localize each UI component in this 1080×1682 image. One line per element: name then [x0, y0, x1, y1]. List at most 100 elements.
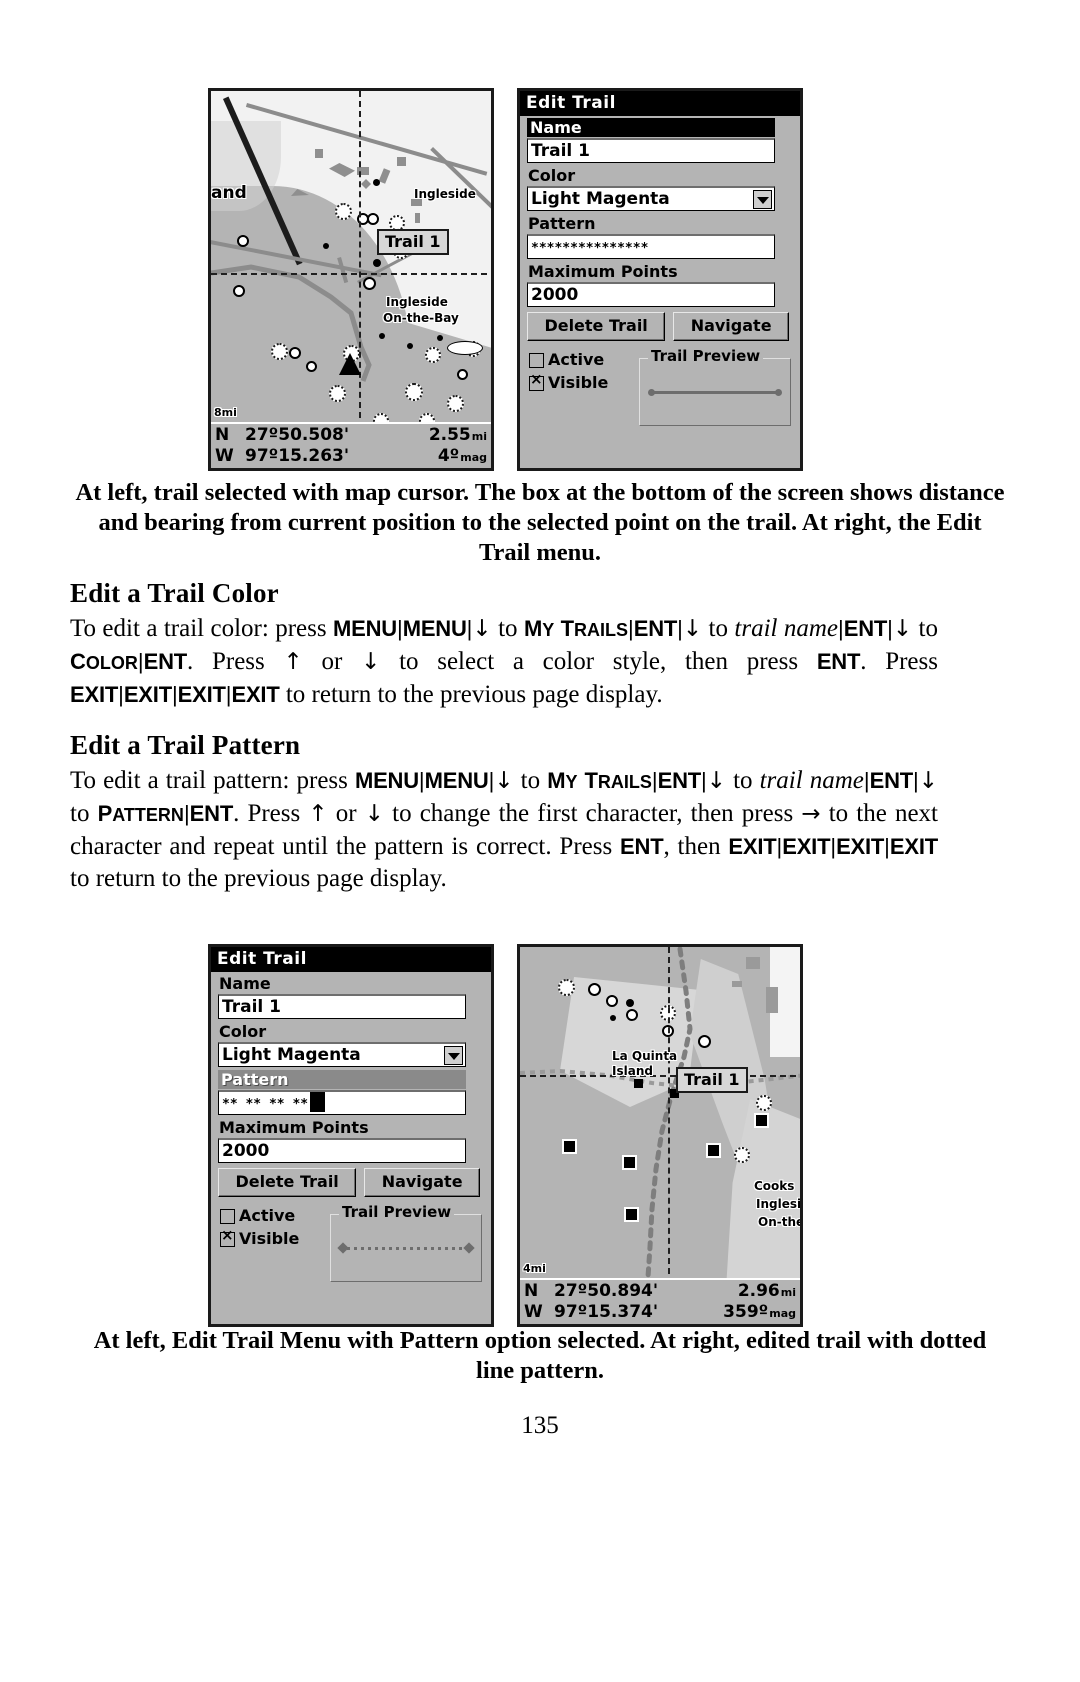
- map-label-and: and: [211, 183, 247, 203]
- preview-endpoint-right: [463, 1242, 475, 1254]
- map-cursor-vertical: [668, 947, 670, 1278]
- visible-checkbox-row-bottom[interactable]: Visible: [220, 1228, 330, 1250]
- preview-solid-line: [654, 391, 776, 394]
- txt: or: [302, 648, 362, 675]
- color-dropdown-value-bottom: Light Magenta: [222, 1045, 361, 1065]
- field-label-max-points-top: Maximum Points: [528, 262, 678, 281]
- preview-dotted-line: [347, 1247, 465, 1250]
- trail-preview-label-top: Trail Preview: [648, 347, 764, 365]
- active-checkbox-row-top[interactable]: Active: [529, 349, 639, 371]
- gps-map-screen-top: and Ingleside Ingleside On-the-Bay Trail…: [208, 88, 494, 471]
- pattern-input-bottom[interactable]: ** ** ** **: [218, 1090, 466, 1115]
- key-menu-1: MENU: [354, 768, 419, 793]
- map-cursor-horizontal: [520, 1075, 800, 1077]
- map-label-on-the: On-the: [758, 1215, 800, 1229]
- checkbox-group-top: Active Visible: [527, 349, 639, 395]
- arrow-down-icon: ↓: [682, 616, 703, 642]
- manual-page: and Ingleside Ingleside On-the-Bay Trail…: [0, 0, 1080, 1682]
- delete-trail-button-bottom[interactable]: Delete Trail: [218, 1168, 357, 1197]
- color-dropdown-bottom[interactable]: Light Magenta: [218, 1042, 466, 1067]
- txt: . Press: [233, 800, 309, 827]
- paragraph-edit-trail-pattern: To edit a trail pattern: press MENU|MENU…: [70, 765, 938, 895]
- max-points-input-top[interactable]: 2000: [527, 282, 775, 307]
- pattern-input-top[interactable]: ***************: [527, 234, 775, 259]
- navigate-button-top[interactable]: Navigate: [673, 312, 789, 341]
- lon-value: 97º15.263': [245, 446, 350, 466]
- trail-preview-label-bottom: Trail Preview: [339, 1203, 455, 1221]
- figure-bottom: Edit Trail Name Trail 1 Color Light Mage…: [208, 944, 803, 1327]
- text-cursor: [310, 1092, 326, 1112]
- key-menu-1: MENU: [332, 616, 397, 641]
- lon-value: 97º15.374': [554, 1302, 659, 1322]
- trail-preview-box-bottom: Trail Preview: [330, 1203, 482, 1282]
- map-label-ingleside: Ingleside: [414, 187, 476, 201]
- lat-value: 27º50.894': [554, 1281, 659, 1301]
- chevron-down-icon[interactable]: [753, 190, 772, 209]
- status-line-longitude: W 97º15.374' 359º mag: [524, 1302, 796, 1323]
- preview-endpoint-left: [648, 389, 655, 396]
- txt: to: [513, 767, 548, 794]
- preview-endpoint-right: [775, 389, 782, 396]
- menu-bottom-row-top: Active Visible Trail Preview: [527, 347, 793, 426]
- key-my-trails: MY TRAILS: [547, 768, 652, 793]
- map-marker-b2: [606, 995, 618, 1007]
- trail-name-tag-bottom: Trail 1: [676, 1067, 748, 1093]
- lat-hemisphere: N: [524, 1281, 539, 1301]
- status-line-longitude: W 97º15.263' 4º mag: [215, 446, 487, 467]
- map-waypoint-1: [562, 1139, 577, 1154]
- txt: to return to the previous page display.: [70, 865, 447, 892]
- checkbox-checked-icon[interactable]: [220, 1228, 235, 1247]
- pattern-value-bottom: ** ** ** **: [222, 1097, 309, 1112]
- chevron-down-icon[interactable]: [444, 1046, 463, 1065]
- arrow-down-icon: ↓: [361, 649, 381, 675]
- name-input-top[interactable]: Trail 1: [527, 138, 775, 163]
- map-cursor-horizontal: [211, 273, 491, 275]
- checkbox-unchecked-icon[interactable]: [220, 1208, 235, 1224]
- field-label-pattern-bottom: Pattern: [218, 1070, 466, 1089]
- trail-preview-group-top: Trail Preview: [639, 347, 791, 426]
- checkbox-unchecked-icon[interactable]: [529, 352, 544, 368]
- pattern-value-top: ***************: [531, 241, 649, 256]
- color-dropdown-top[interactable]: Light Magenta: [527, 186, 775, 211]
- name-input-bottom[interactable]: Trail 1: [218, 994, 466, 1019]
- placeholder-trail-name: trail name: [759, 767, 864, 794]
- txt: to: [912, 615, 939, 642]
- key-ent-1: ENT: [633, 616, 678, 641]
- map-label-ingleside-bay: Ingleside: [386, 295, 448, 309]
- max-points-input-bottom[interactable]: 2000: [218, 1138, 466, 1163]
- map-label-cooks: Cooks: [754, 1179, 795, 1193]
- page-number: 135: [521, 1412, 559, 1439]
- key-menu-2: MENU: [424, 768, 489, 793]
- distance-unit: mi: [471, 430, 487, 443]
- arrow-down-icon: ↓: [364, 801, 384, 827]
- checkbox-checked-icon[interactable]: [529, 372, 544, 391]
- txt: To edit a trail color: press: [70, 615, 333, 642]
- arrow-down-icon: ↓: [706, 768, 727, 794]
- map-point-b1: [626, 999, 634, 1007]
- map-label-on-the-bay: On-the-Bay: [383, 311, 459, 325]
- figure-caption-top: At left, trail selected with map cursor.…: [75, 479, 1005, 566]
- key-ent-1: ENT: [657, 768, 702, 793]
- active-checkbox-row-bottom[interactable]: Active: [220, 1205, 330, 1227]
- arrow-down-icon: ↓: [918, 768, 938, 794]
- arrow-up-icon: ↑: [283, 649, 303, 675]
- map-scale-label-bottom: 4mi: [523, 1262, 546, 1275]
- delete-trail-button-top[interactable]: Delete Trail: [527, 312, 666, 341]
- gps-map-screen-bottom: La Quinta Island Cooks Inglesi On-the Tr…: [517, 944, 803, 1327]
- field-label-color-top: Color: [528, 166, 576, 185]
- map-waypoint-6: [634, 1079, 643, 1088]
- key-exit-3: EXIT: [836, 834, 885, 859]
- status-line-latitude: N 27º50.894' 2.96 mi: [524, 1281, 796, 1302]
- arrow-down-icon: ↓: [472, 616, 492, 642]
- map-label-inglesi: Inglesi: [756, 1197, 800, 1211]
- menu-button-row-top: Delete Trail Navigate: [527, 312, 789, 341]
- visible-checkbox-row-top[interactable]: Visible: [529, 372, 639, 394]
- key-exit-2: EXIT: [123, 682, 172, 707]
- txt: . Press: [860, 648, 938, 675]
- map-canvas-bottom: La Quinta Island Cooks Inglesi On-the Tr…: [520, 947, 800, 1278]
- boat-position-icon: [339, 353, 361, 375]
- navigate-button-bottom[interactable]: Navigate: [364, 1168, 480, 1197]
- color-dropdown-value-top: Light Magenta: [531, 189, 670, 209]
- bearing-unit: mag: [769, 1307, 796, 1320]
- txt: . Press: [187, 648, 284, 675]
